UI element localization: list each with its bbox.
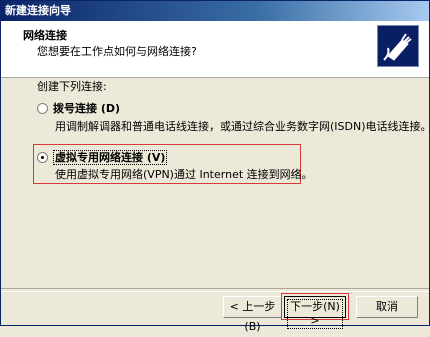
- vpn-option[interactable]: 虚拟专用网络连接 (V) 使用虚拟专用网络(VPN)通过 Internet 连接…: [37, 149, 313, 181]
- vpn-label[interactable]: 虚拟专用网络连接 (V): [53, 150, 168, 165]
- cancel-button[interactable]: 取消: [356, 296, 418, 318]
- wizard-header: 网络连接 您想要在工作点如何与网络连接?: [1, 21, 429, 78]
- dialup-description: 用调制解调器和普通电话线连接，或通过综合业务数字网(ISDN)电话线连接。: [55, 120, 430, 133]
- network-connection-icon: [377, 25, 419, 67]
- back-button[interactable]: < 上一步(B): [223, 296, 282, 333]
- header-subtitle: 您想要在工作点如何与网络连接?: [37, 45, 197, 58]
- header-title: 网络连接: [23, 29, 67, 42]
- window-title: 新建连接向导: [1, 1, 429, 21]
- wizard-content: 创建下列连接: 拨号连接 (D) 用调制解调器和普通电话线连接，或通过综合业务数…: [1, 78, 430, 288]
- footer-divider: [1, 288, 429, 292]
- vpn-description: 使用虚拟专用网络(VPN)通过 Internet 连接到网络。: [55, 168, 313, 181]
- dialup-radio[interactable]: [37, 102, 48, 114]
- create-connection-label: 创建下列连接:: [37, 80, 107, 93]
- dialup-label[interactable]: 拨号连接 (D): [53, 102, 120, 115]
- new-connection-wizard-window: 新建连接向导 网络连接 您想要在工作点如何与网络连接? 创建下列连接: 拨号连接…: [0, 0, 430, 333]
- next-button-label[interactable]: 下一步(N) >: [287, 299, 343, 329]
- dialup-option[interactable]: 拨号连接 (D) 用调制解调器和普通电话线连接，或通过综合业务数字网(ISDN)…: [37, 100, 430, 133]
- next-button[interactable]: 下一步(N) >: [284, 296, 346, 329]
- vpn-radio[interactable]: [37, 151, 48, 163]
